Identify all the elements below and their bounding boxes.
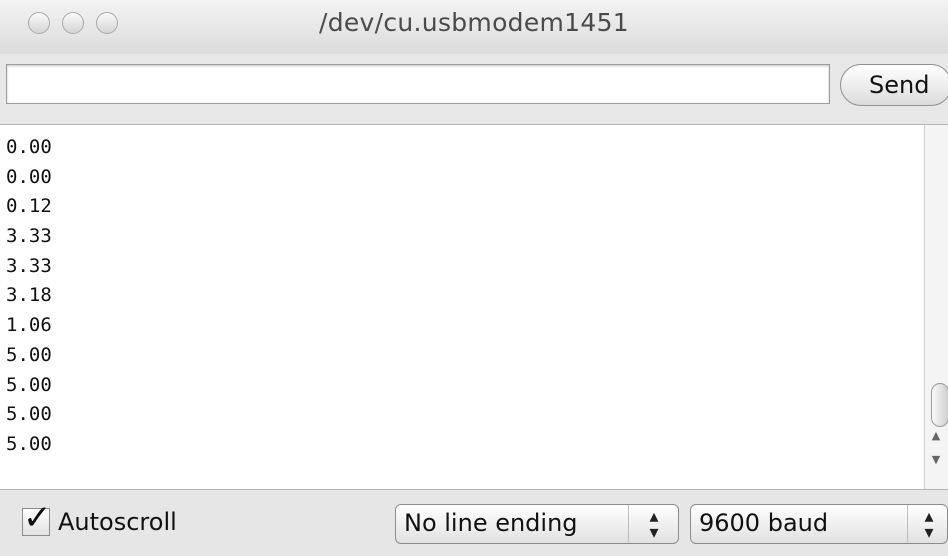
serial-monitor-window: /dev/cu.usbmodem1451 Send 0.00 0.00 0.12… — [0, 0, 948, 556]
output-line: 5.00 — [6, 403, 52, 426]
output-line: 0.00 — [6, 165, 52, 188]
serial-input[interactable] — [6, 64, 830, 104]
output-line: 3.33 — [6, 225, 52, 248]
baud-rate-select[interactable]: 9600 baud ▴ ▾ — [690, 504, 948, 544]
window-title: /dev/cu.usbmodem1451 — [318, 8, 630, 37]
output-line: 5.00 — [6, 432, 52, 455]
output-line: 1.06 — [6, 314, 52, 337]
footer-bar: ✓ Autoscroll No line ending ▴ ▾ 9600 baud… — [0, 490, 948, 556]
title-bar: /dev/cu.usbmodem1451 — [0, 0, 948, 55]
output-lines: 0.00 0.00 0.12 3.33 3.33 3.18 1.06 5.00 … — [6, 133, 52, 460]
scroll-up-arrow-icon[interactable]: ▲ — [928, 429, 944, 442]
line-ending-value: No line ending — [404, 509, 578, 537]
output-line: 5.00 — [6, 343, 52, 366]
updown-arrows-icon: ▴ ▾ — [649, 506, 659, 543]
scrollbar-thumb[interactable] — [931, 383, 948, 427]
output-line: 3.18 — [6, 284, 52, 307]
autoscroll-label[interactable]: Autoscroll — [58, 508, 177, 536]
send-row: Send — [0, 54, 948, 124]
send-button[interactable]: Send — [840, 64, 948, 106]
output-line: 0.00 — [6, 136, 52, 158]
autoscroll-checkbox[interactable]: ✓ — [22, 501, 52, 536]
serial-output[interactable]: 0.00 0.00 0.12 3.33 3.33 3.18 1.06 5.00 … — [0, 124, 948, 490]
line-ending-select[interactable]: No line ending ▴ ▾ — [395, 504, 679, 544]
scroll-down-arrow-icon[interactable]: ▼ — [928, 453, 944, 466]
select-divider — [628, 505, 629, 543]
output-line: 3.33 — [6, 254, 52, 277]
select-divider — [907, 505, 908, 543]
output-line: 0.12 — [6, 195, 52, 218]
checkmark-icon: ✓ — [23, 498, 52, 538]
updown-arrows-icon: ▴ ▾ — [924, 506, 934, 543]
output-line: 5.00 — [6, 373, 52, 396]
baud-rate-value: 9600 baud — [699, 509, 829, 537]
